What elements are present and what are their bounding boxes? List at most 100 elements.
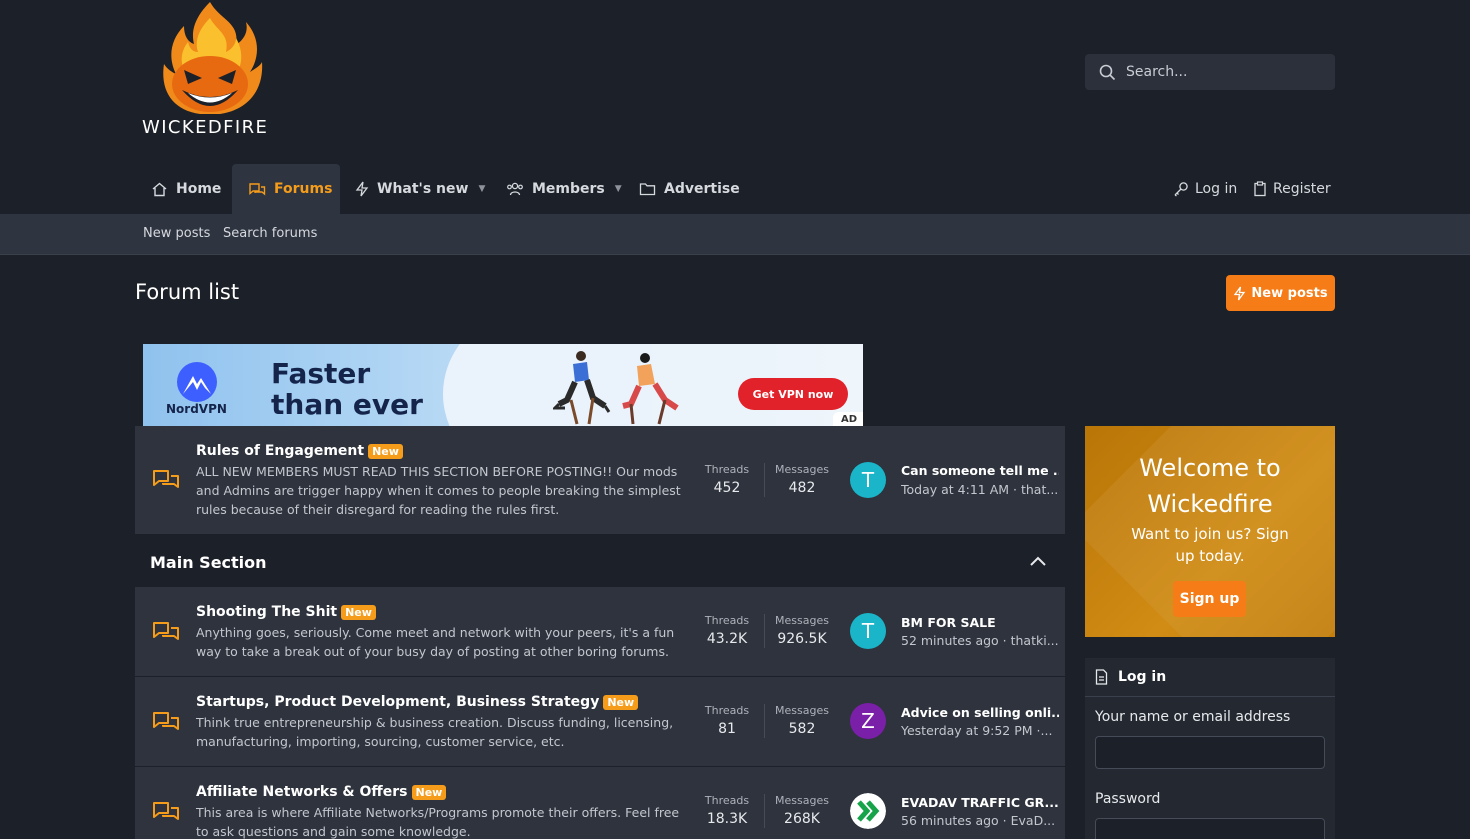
key-icon <box>1174 182 1188 197</box>
nav-forums[interactable]: Forums <box>232 164 340 214</box>
evadav-avatar-icon[interactable] <box>850 793 886 829</box>
last-post-title[interactable]: BM FOR SALE <box>901 615 1059 630</box>
search-icon <box>1099 64 1116 80</box>
login-title: Log in <box>1118 669 1167 685</box>
stat-divider <box>764 614 765 648</box>
forum-title-text[interactable]: Rules of Engagement <box>196 443 364 459</box>
ad-cta-button[interactable]: Get VPN now <box>738 378 848 410</box>
forum-title[interactable]: Shooting The Shit New <box>196 604 376 620</box>
threads-count: 43.2K <box>706 631 748 647</box>
messages-label: Messages <box>775 794 829 807</box>
messages-stat: Messages 268K <box>771 794 833 827</box>
ad-headline-line2: than ever <box>271 388 423 421</box>
subnav-search-forums[interactable]: Search forums <box>223 226 317 241</box>
logo-wordmark: WICKEDFIRE <box>142 117 269 138</box>
avatar[interactable]: T <box>850 462 886 498</box>
new-posts-button[interactable]: New posts <box>1226 275 1335 311</box>
search-box[interactable]: Search... <box>1085 54 1335 90</box>
messages-stat: Messages 926.5K <box>771 614 833 647</box>
username-label: Your name or email address <box>1095 709 1291 725</box>
new-badge: New <box>603 694 639 710</box>
threads-stat: Threads 18.3K <box>700 794 754 827</box>
threads-label: Threads <box>704 614 750 627</box>
ad-headline-line1: Faster <box>271 357 371 390</box>
forum-chat-icon <box>153 622 179 640</box>
chevron-up-icon[interactable] <box>1029 555 1047 567</box>
nav-advertise-label: Advertise <box>664 181 740 197</box>
messages-label: Messages <box>775 614 829 627</box>
forum-chat-icon <box>153 802 179 820</box>
chevron-down-icon[interactable]: ▼ <box>478 184 485 194</box>
nav-advertise[interactable]: Advertise <box>639 164 740 214</box>
forums-icon <box>249 182 266 195</box>
nav-register-label: Register <box>1273 181 1331 197</box>
avatar[interactable]: T <box>850 613 886 649</box>
forum-title[interactable]: Rules of Engagement New <box>196 443 403 459</box>
document-icon <box>1095 669 1108 685</box>
forum-description: Anything goes, seriously. Come meet and … <box>196 625 675 659</box>
home-icon <box>152 182 167 196</box>
nav-login-label: Log in <box>1195 181 1238 197</box>
threads-label: Threads <box>704 463 750 476</box>
forum-title-text[interactable]: Startups, Product Development, Business … <box>196 694 599 710</box>
last-post-title[interactable]: Can someone tell me ... <box>901 463 1059 478</box>
messages-stat: Messages 582 <box>771 704 833 737</box>
threads-count: 452 <box>713 480 741 496</box>
messages-count: 482 <box>788 480 816 496</box>
sign-up-button[interactable]: Sign up <box>1173 581 1246 617</box>
nav-members[interactable]: Members ▼ <box>506 164 622 214</box>
forum-row[interactable]: Affiliate Networks & Offers New This are… <box>135 767 1065 839</box>
welcome-box: Welcome to Wickedfire Want to join us? S… <box>1085 426 1335 637</box>
chevron-down-icon[interactable]: ▼ <box>615 184 622 194</box>
password-field[interactable] <box>1095 818 1325 839</box>
nav-forums-label: Forums <box>274 181 333 197</box>
forum-row-rules[interactable]: Rules of Engagement New ALL NEW MEMBERS … <box>135 426 1065 534</box>
forum-title-text[interactable]: Affiliate Networks & Offers <box>196 784 408 800</box>
forum-title[interactable]: Startups, Product Development, Business … <box>196 694 639 710</box>
login-header: Log in <box>1085 658 1335 697</box>
welcome-title: Welcome to Wickedfire <box>1139 454 1281 518</box>
forum-description: Think true entrepreneurship & business c… <box>196 715 674 749</box>
forum-chat-icon <box>153 712 179 730</box>
new-badge: New <box>341 604 376 620</box>
forum-title-text[interactable]: Shooting The Shit <box>196 604 337 620</box>
stat-divider <box>764 704 765 738</box>
last-post-meta[interactable]: Yesterday at 9:52 PM ·... <box>901 723 1059 738</box>
bolt-icon <box>1234 286 1246 300</box>
threads-count: 18.3K <box>706 811 748 827</box>
nav-home[interactable]: Home <box>135 164 232 214</box>
messages-stat: Messages 482 <box>771 463 833 496</box>
nav-login[interactable]: Log in <box>1173 164 1237 214</box>
last-post-meta[interactable]: 56 minutes ago · EvaD... <box>901 813 1059 828</box>
nav-whats-new-label: What's new <box>377 181 469 197</box>
avatar[interactable]: Z <box>850 703 886 739</box>
nav-register[interactable]: Register <box>1253 164 1331 214</box>
section-header: Main Section <box>135 541 1065 587</box>
nav-whats-new[interactable]: What's new ▼ <box>355 164 485 214</box>
sub-nav: New posts Search forums <box>0 214 1470 255</box>
stat-divider <box>764 463 765 497</box>
forum-row[interactable]: Shooting The Shit New Anything goes, ser… <box>135 587 1065 676</box>
subnav-new-posts[interactable]: New posts <box>143 226 210 241</box>
threads-stat: Threads 81 <box>700 704 754 737</box>
clipboard-icon <box>1254 181 1266 197</box>
last-post-meta[interactable]: 52 minutes ago · thatki... <box>901 633 1059 648</box>
threads-count: 81 <box>718 721 736 737</box>
ad-banner[interactable]: NordVPN Faster than ever Get VPN now AD <box>143 344 863 426</box>
search-placeholder[interactable]: Search... <box>1126 64 1187 80</box>
forum-title[interactable]: Affiliate Networks & Offers New <box>196 784 447 800</box>
new-badge: New <box>411 784 447 800</box>
last-post-title[interactable]: EVADAV TRAFFIC GR... <box>901 795 1059 810</box>
forum-row[interactable]: Startups, Product Development, Business … <box>135 677 1065 766</box>
messages-label: Messages <box>775 704 829 717</box>
ad-brand: NordVPN <box>166 402 227 416</box>
last-post-title[interactable]: Advice on selling onli... <box>901 705 1059 720</box>
forum-chat-icon <box>153 470 179 488</box>
stat-divider <box>764 794 765 828</box>
username-field[interactable] <box>1095 736 1325 769</box>
section-title[interactable]: Main Section <box>150 553 267 572</box>
messages-count: 926.5K <box>777 631 827 647</box>
last-post-meta[interactable]: Today at 4:11 AM · that... <box>901 482 1059 497</box>
ad-headline: Faster than ever <box>271 358 423 420</box>
forum-description: This area is where Affiliate Networks/Pr… <box>196 805 680 839</box>
